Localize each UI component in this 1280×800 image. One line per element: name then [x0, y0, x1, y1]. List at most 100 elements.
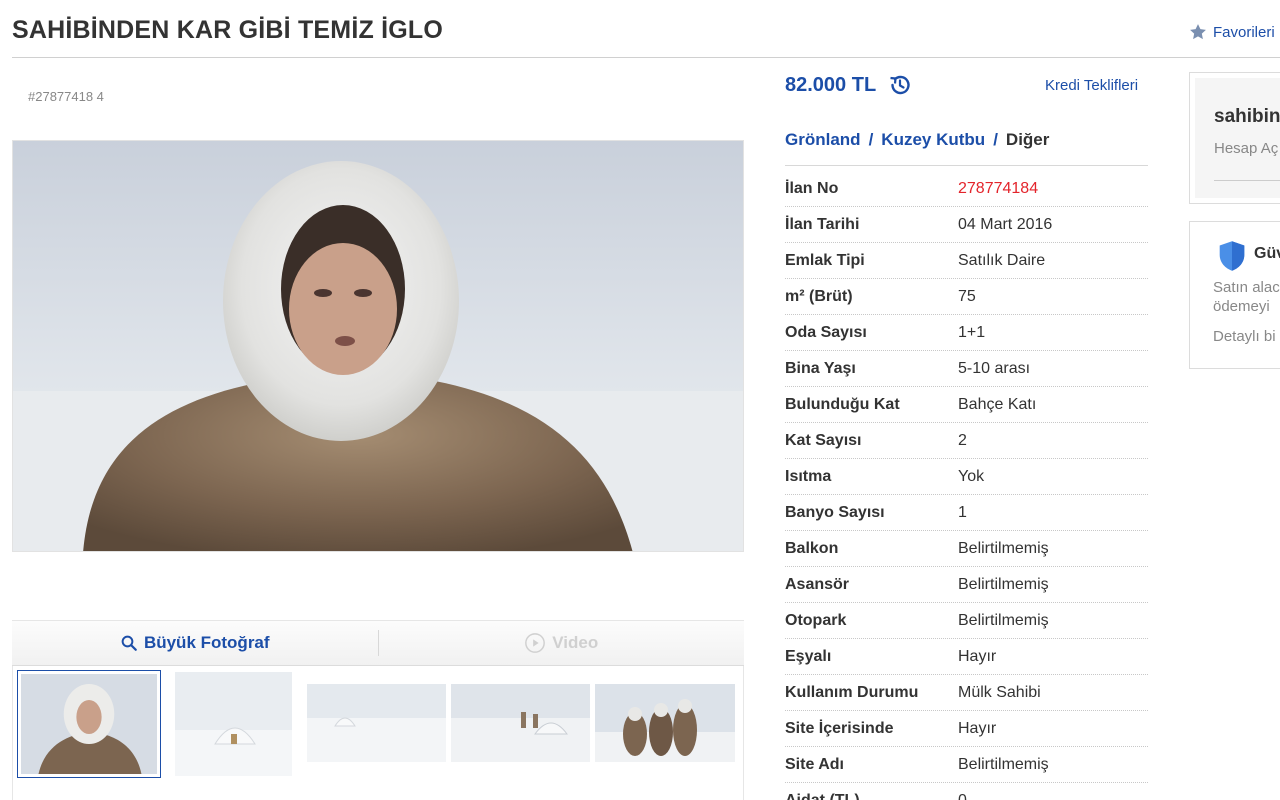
thumbnail-1[interactable] [17, 670, 161, 778]
shield-icon [1217, 240, 1247, 277]
detail-row: Eşyalı Hayır [785, 639, 1148, 675]
detail-row: Site İçerisinde Hayır [785, 711, 1148, 747]
search-icon [121, 635, 137, 651]
price: 82.000 TL [785, 73, 877, 96]
breadcrumb-separator: / [868, 130, 874, 149]
listing-details: İlan No 278774184 İlan Tarihi 04 Mart 2016… [785, 171, 1148, 800]
detail-row: Otopark Belirtilmemiş [785, 603, 1148, 639]
big-photo-button[interactable]: Büyük Fotoğraf [12, 633, 378, 653]
thumbnail-4-image [451, 684, 590, 762]
detail-label: Balkon [785, 539, 839, 557]
detail-label: Bina Yaşı [785, 359, 856, 377]
detail-value: Satılık Daire [958, 251, 1046, 269]
detail-label: Site Adı [785, 755, 844, 773]
thumbnail-2[interactable] [175, 672, 292, 776]
detail-row: Kullanım Durumu Mülk Sahibi [785, 675, 1148, 711]
breadcrumb-divider [785, 165, 1148, 166]
listing-title: SAHİBİNDEN KAR GİBİ TEMİZ İGLO [12, 16, 443, 44]
detail-label: Banyo Sayısı [785, 503, 885, 521]
breadcrumb: Grönland / Kuzey Kutbu / Diğer [785, 130, 1049, 150]
seller-name[interactable]: sahibin [1214, 106, 1280, 128]
detail-value: 2 [958, 431, 967, 449]
detail-label: Bulunduğu Kat [785, 395, 900, 413]
detail-row: Banyo Sayısı 1 [785, 495, 1148, 531]
detail-label: İlan Tarihi [785, 215, 860, 233]
detail-value: Belirtilmemiş [958, 755, 1049, 773]
detail-label: Site İçerisinde [785, 719, 894, 737]
detail-label: Emlak Tipi [785, 251, 865, 269]
detail-value: Belirtilmemiş [958, 575, 1049, 593]
safe-payment-text-line: Satın alac [1213, 279, 1280, 296]
detail-row: Isıtma Yok [785, 459, 1148, 495]
detail-label: İlan No [785, 179, 839, 197]
breadcrumb-separator: / [993, 130, 998, 149]
detail-row: Kat Sayısı 2 [785, 423, 1148, 459]
video-label: Video [552, 633, 599, 652]
detail-row: Asansör Belirtilmemiş [785, 567, 1148, 603]
favorites-link[interactable]: Favorileri [1188, 22, 1275, 42]
safe-payment-details-link[interactable]: Detaylı bi [1213, 328, 1276, 345]
price-row: 82.000 TL [785, 73, 912, 97]
breadcrumb-item-current: Diğer [1005, 130, 1050, 149]
detail-value: 75 [958, 287, 976, 305]
header-divider [12, 57, 1280, 58]
thumbnail-5-image [595, 684, 735, 762]
detail-value: Hayır [958, 719, 997, 737]
detail-label: Asansör [785, 575, 850, 593]
detail-value: 04 Mart 2016 [958, 215, 1053, 233]
detail-value: Hayır [958, 647, 997, 665]
detail-value: 1+1 [958, 323, 986, 341]
detail-row: m² (Brüt) 75 [785, 279, 1148, 315]
play-icon [525, 633, 546, 653]
detail-value: 278774184 [958, 179, 1039, 197]
detail-value: Belirtilmemiş [958, 611, 1049, 629]
detail-value: 0 [958, 791, 967, 800]
breadcrumb-item-country[interactable]: Grönland [785, 130, 861, 150]
detail-label: Aidat (TL) [785, 791, 860, 800]
thumbnail-3[interactable] [307, 684, 446, 762]
detail-row: Balkon Belirtilmemiş [785, 531, 1148, 567]
thumbnail-strip [12, 666, 744, 800]
detail-row: Site Adı Belirtilmemiş [785, 747, 1148, 783]
favorites-label: Favorileri [1213, 23, 1275, 41]
breadcrumb-item-region[interactable]: Kuzey Kutbu [881, 130, 985, 150]
photo-toolbar: Büyük Fotoğraf Video [12, 620, 744, 666]
detail-row: İlan No 278774184 [785, 171, 1148, 207]
detail-value: 1 [958, 503, 967, 521]
detail-row: Bina Yaşı 5-10 arası [785, 351, 1148, 387]
detail-row: İlan Tarihi 04 Mart 2016 [785, 207, 1148, 243]
detail-label: Oda Sayısı [785, 323, 867, 341]
detail-label: Isıtma [785, 467, 832, 485]
detail-label: m² (Brüt) [785, 287, 853, 305]
seller-card: sahibin [1189, 72, 1280, 204]
thumbnail-5[interactable] [595, 684, 735, 762]
main-photo[interactable] [12, 140, 744, 552]
detail-value: Yok [958, 467, 985, 485]
big-photo-label: Büyük Fotoğraf [143, 633, 270, 652]
safe-payment-title: Güv [1254, 245, 1280, 262]
main-photo-image [13, 141, 743, 551]
seller-divider [1214, 180, 1280, 181]
credit-offers-link[interactable]: Kredi Teklifleri [1045, 77, 1138, 94]
detail-value: Mülk Sahibi [958, 683, 1041, 701]
detail-row: Oda Sayısı 1+1 [785, 315, 1148, 351]
thumbnail-1-image [21, 674, 157, 774]
detail-value: Belirtilmemiş [958, 539, 1049, 557]
detail-label: Otopark [785, 611, 847, 629]
safe-payment-text-line: ödemeyi [1213, 298, 1270, 315]
detail-label: Kat Sayısı [785, 431, 862, 449]
listing-id: #27877418 4 [28, 89, 104, 104]
detail-row: Bulunduğu Kat Bahçe Katı [785, 387, 1148, 423]
price-history-icon[interactable] [888, 73, 912, 97]
thumbnail-2-image [175, 672, 292, 776]
detail-label: Kullanım Durumu [785, 683, 919, 701]
detail-label: Eşyalı [785, 647, 832, 665]
thumbnail-4[interactable] [451, 684, 590, 762]
video-button[interactable]: Video [379, 632, 745, 654]
detail-value: Bahçe Katı [958, 395, 1037, 413]
detail-value: 5-10 arası [958, 359, 1031, 377]
detail-row: Emlak Tipi Satılık Daire [785, 243, 1148, 279]
detail-row: Aidat (TL) 0 [785, 783, 1148, 800]
star-icon [1190, 24, 1206, 40]
safe-payment-text: Satın alac ödemeyi [1213, 278, 1280, 316]
